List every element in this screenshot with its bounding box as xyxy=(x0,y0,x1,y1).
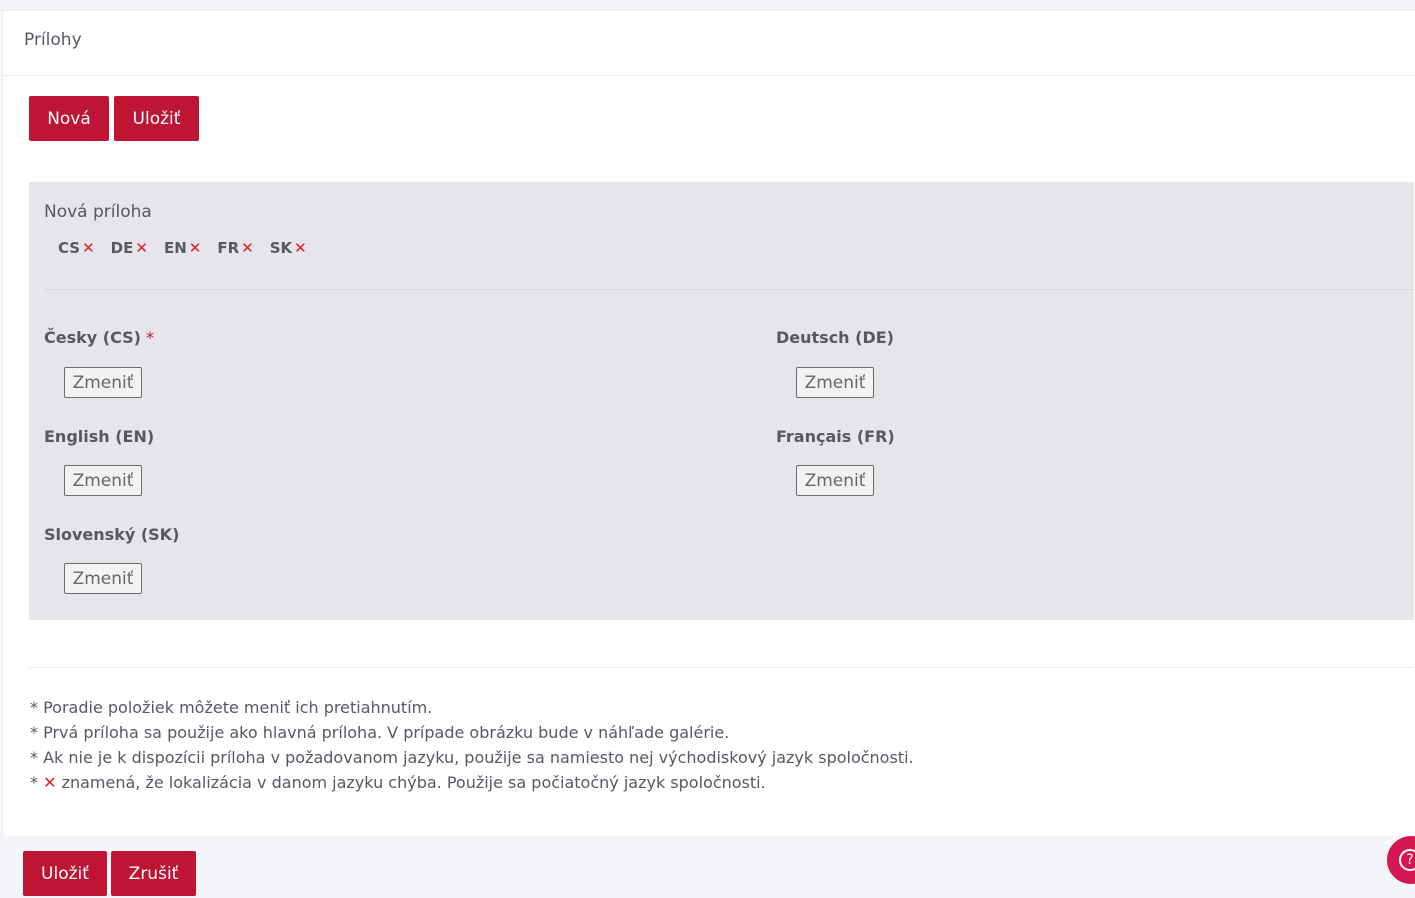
question-icon: ? xyxy=(1399,849,1415,871)
field-label-cs: Česky (CS) * xyxy=(44,328,154,347)
attachment-title: Nová príloha xyxy=(44,202,152,222)
change-button-cs[interactable]: Zmeniť xyxy=(64,367,142,398)
lang-tag-sk[interactable]: SK ✕ xyxy=(270,239,307,257)
help-notes: * Poradie položiek môžete meniť ich pret… xyxy=(30,695,914,795)
save-button[interactable]: Uložiť xyxy=(23,851,107,896)
missing-icon: ✕ xyxy=(188,239,202,257)
lang-tag-de[interactable]: DE ✕ xyxy=(111,239,148,257)
note-line: * Prvá príloha sa použije ako hlavná prí… xyxy=(30,723,730,742)
card-header: Prílohy xyxy=(3,11,1415,76)
field-label-en: English (EN) xyxy=(44,427,155,446)
save-top-button[interactable]: Uložiť xyxy=(114,96,199,141)
lang-tag-code: FR xyxy=(217,239,240,257)
attachments-card: Prílohy Nová Uložiť Nová príloha CS ✕ DE… xyxy=(2,10,1415,836)
new-button[interactable]: Nová xyxy=(29,96,109,141)
lang-tag-en[interactable]: EN ✕ xyxy=(164,239,201,257)
top-strip xyxy=(0,0,1415,10)
attachment-panel: Nová príloha CS ✕ DE ✕ EN ✕ FR ✕ SK ✕ Če… xyxy=(29,182,1414,620)
field-label-text: Česky (CS) xyxy=(44,328,141,347)
lang-tag-code: EN xyxy=(163,239,187,257)
lang-tag-code: SK xyxy=(269,239,293,257)
change-button-fr[interactable]: Zmeniť xyxy=(796,465,874,496)
change-button-en[interactable]: Zmeniť xyxy=(64,465,142,496)
field-label-fr: Français (FR) xyxy=(776,427,895,446)
panel-divider xyxy=(44,289,1414,290)
note-line: * Ak nie je k dispozícii príloha v požad… xyxy=(30,748,914,767)
notes-divider xyxy=(29,667,1414,668)
missing-icon: ✕ xyxy=(43,773,57,792)
field-label-sk: Slovenský (SK) xyxy=(44,525,180,544)
card-title: Prílohy xyxy=(24,30,82,50)
missing-icon: ✕ xyxy=(82,239,95,257)
lang-tag-code: CS xyxy=(58,239,81,257)
language-tags: CS ✕ DE ✕ EN ✕ FR ✕ SK ✕ xyxy=(58,239,323,257)
cancel-button[interactable]: Zrušiť xyxy=(111,851,196,896)
required-mark: * xyxy=(145,328,154,347)
note-line: * Poradie položiek môžete meniť ich pret… xyxy=(30,698,433,717)
missing-icon: ✕ xyxy=(135,239,148,257)
missing-icon: ✕ xyxy=(241,239,254,257)
change-button-sk[interactable]: Zmeniť xyxy=(64,563,142,594)
field-label-de: Deutsch (DE) xyxy=(776,328,894,347)
missing-icon: ✕ xyxy=(294,239,307,257)
lang-tag-code: DE xyxy=(110,239,134,257)
note-prefix: * xyxy=(30,773,44,792)
change-button-de[interactable]: Zmeniť xyxy=(796,367,874,398)
lang-tag-cs[interactable]: CS ✕ xyxy=(58,239,95,257)
lang-tag-fr[interactable]: FR ✕ xyxy=(217,239,253,257)
footer-bar xyxy=(0,836,1415,898)
note-line: * ✕ znamená, že lokalizácia v danom jazy… xyxy=(30,770,914,795)
note-text: znamená, že lokalizácia v danom jazyku c… xyxy=(56,773,766,792)
